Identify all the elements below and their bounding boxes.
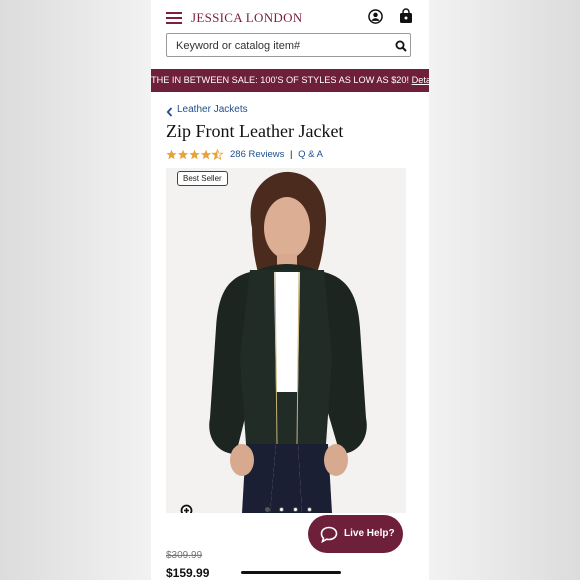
reviews-row: 286 Reviews | Q & A — [230, 149, 323, 160]
search-icon[interactable] — [395, 39, 407, 57]
search-input[interactable]: Keyword or catalog item# — [166, 33, 411, 57]
rating-stars — [166, 148, 224, 166]
page-title: Zip Front Leather Jacket — [166, 121, 344, 141]
background-right — [429, 0, 580, 580]
reviews-link[interactable]: 286 Reviews — [230, 149, 284, 160]
live-help-button[interactable]: Live Help? — [308, 515, 403, 553]
promo-banner: THE IN BETWEEN SALE: 100'S OF STYLES AS … — [151, 69, 429, 92]
live-help-label: Live Help? — [344, 528, 395, 539]
chevron-left-icon[interactable] — [166, 104, 173, 122]
zoom-icon[interactable] — [180, 504, 196, 513]
account-icon[interactable] — [368, 9, 383, 29]
shopping-bag-icon[interactable] — [399, 8, 413, 29]
best-seller-badge: Best Seller — [177, 171, 228, 186]
breadcrumb[interactable]: Leather Jackets — [177, 104, 248, 115]
chat-bubble-icon — [320, 526, 338, 548]
phone-screen: JESSICA LONDON Keyword or catalog item# … — [151, 0, 429, 580]
promo-details-link[interactable]: Details — [412, 75, 429, 85]
carousel-dot[interactable] — [279, 507, 284, 512]
search-placeholder: Keyword or catalog item# — [176, 40, 301, 52]
model-jacket-illustration — [166, 168, 406, 513]
home-indicator[interactable] — [241, 571, 341, 574]
separator: | — [290, 149, 293, 160]
carousel-dot[interactable] — [293, 507, 298, 512]
menu-icon[interactable] — [166, 12, 182, 27]
product-image[interactable]: Best Seller — [166, 168, 406, 513]
qa-link[interactable]: Q & A — [298, 149, 323, 160]
original-price: $309.99 — [166, 550, 203, 561]
brand-logo[interactable]: JESSICA LONDON — [191, 10, 302, 26]
background-left — [0, 0, 151, 580]
carousel-dot[interactable] — [265, 507, 270, 512]
promo-text: THE IN BETWEEN SALE: 100'S OF STYLES AS … — [151, 75, 410, 85]
carousel-dot[interactable] — [307, 507, 312, 512]
sale-price: $159.99 — [166, 566, 210, 580]
